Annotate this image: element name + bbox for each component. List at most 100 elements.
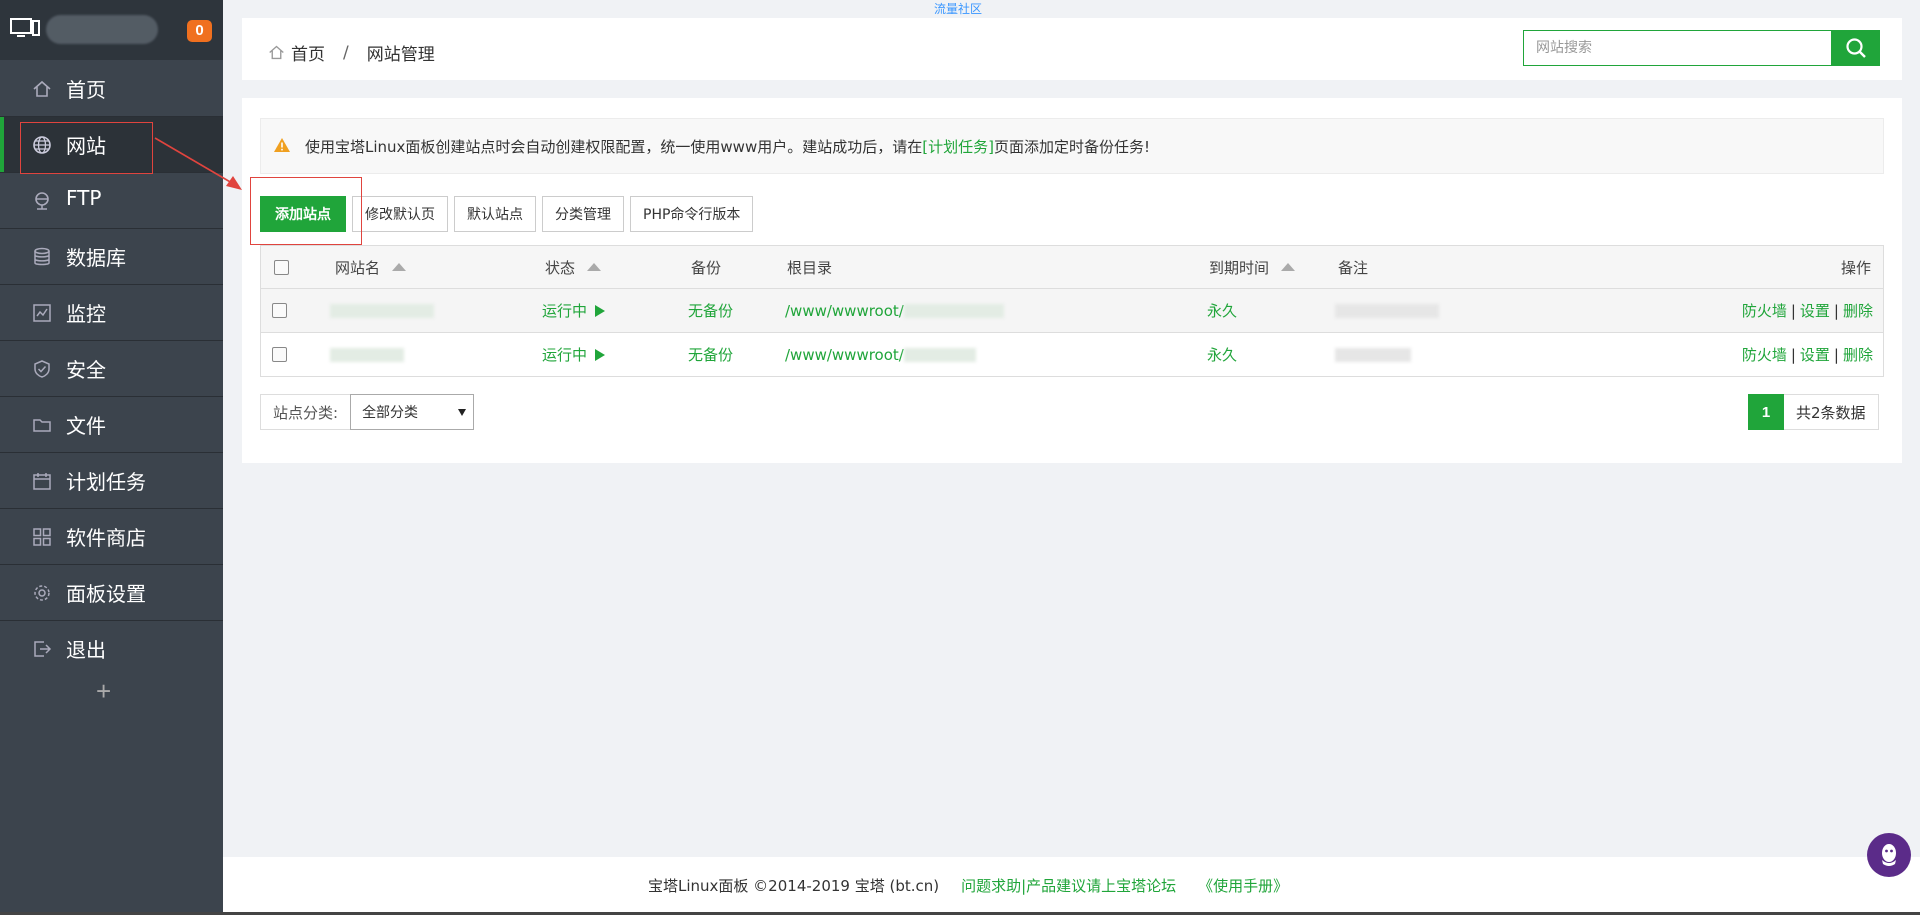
col-name-header[interactable]: 网站名 [335, 246, 407, 288]
root-path[interactable]: /www/wwwroot/ [785, 289, 1004, 332]
status-running[interactable]: 运行中 [542, 289, 606, 332]
table-row: 运行中 无备份 /www/wwwroot/ 永久 防火墙 | 设置 | 删除 [261, 289, 1883, 333]
notification-badge[interactable]: 0 [187, 20, 212, 42]
community-link[interactable]: 流量社区 [934, 0, 982, 17]
search-input[interactable] [1534, 31, 1828, 65]
firewall-link[interactable]: 防火墙 [1742, 300, 1787, 321]
sort-up-icon [1281, 263, 1296, 271]
sidebar-item-settings[interactable]: 面板设置 [0, 565, 223, 620]
category-select[interactable]: 全部分类 [350, 394, 475, 430]
dropdown-arrow-icon [458, 409, 467, 416]
table-row: 运行中 无备份 /www/wwwroot/ 永久 防火墙 | 设置 | 删除 [261, 333, 1883, 376]
sidebar-item-security[interactable]: 安全 [0, 341, 223, 396]
delete-link[interactable]: 删除 [1843, 300, 1873, 321]
table-header: 网站名 状态 备份 根目录 到期时间 备注 操作 [261, 246, 1883, 289]
category-filter: 站点分类: 全部分类 [260, 394, 475, 430]
root-path-redacted [903, 347, 976, 362]
page-header: 首页 / 网站管理 [242, 18, 1902, 80]
pagination: 1 共2条数据 [1748, 394, 1879, 430]
apps-grid-icon [33, 528, 51, 546]
search-button[interactable] [1832, 30, 1880, 66]
page-number-current[interactable]: 1 [1748, 394, 1784, 430]
action-separator: | [1833, 345, 1839, 364]
action-separator: | [1790, 301, 1796, 320]
sidebar-item-label: 软件商店 [66, 526, 146, 550]
root-path-redacted [903, 303, 1004, 318]
warning-icon [274, 138, 290, 152]
page-footer: 宝塔Linux面板 ©2014-2019 宝塔 (bt.cn) 问题求助|产品建议… [223, 857, 1920, 915]
sidebar-item-cron[interactable]: 计划任务 [0, 453, 223, 508]
col-note-header: 备注 [1338, 258, 1369, 277]
breadcrumb-home[interactable]: 首页 [291, 40, 325, 65]
col-label: 网站名 [335, 258, 381, 277]
sidebar-item-ftp[interactable]: FTP [0, 173, 223, 228]
qq-chat-button[interactable] [1867, 833, 1911, 877]
sidebar-item-files[interactable]: 文件 [0, 397, 223, 452]
col-label: 到期时间 [1209, 258, 1270, 277]
col-backup-header: 备份 [691, 258, 722, 277]
manual-link[interactable]: 《使用手册》 [1198, 877, 1288, 895]
expire-value[interactable]: 永久 [1207, 289, 1237, 332]
ftp-icon [35, 192, 49, 210]
calendar-icon [33, 473, 51, 490]
sidebar-header: 0 [0, 0, 223, 60]
annotation-highlight-add-site [250, 177, 362, 245]
row-checkbox[interactable] [272, 347, 287, 362]
play-icon [595, 304, 606, 317]
sidebar-item-home[interactable]: 首页 [0, 61, 223, 116]
default-site-button[interactable]: 默认站点 [454, 196, 536, 232]
add-menu-button[interactable]: + [96, 676, 111, 707]
backup-status[interactable]: 无备份 [688, 333, 733, 376]
col-label: 状态 [545, 258, 576, 277]
note-redacted[interactable] [1335, 347, 1411, 362]
col-status-header[interactable]: 状态 [545, 246, 602, 288]
qq-penguin-icon [1882, 844, 1896, 866]
delete-link[interactable]: 删除 [1843, 344, 1873, 365]
forum-link[interactable]: 问题求助|产品建议请上宝塔论坛 [961, 877, 1176, 895]
row-checkbox[interactable] [272, 303, 287, 318]
sidebar-item-label: 退出 [66, 638, 106, 662]
sidebar-item-store[interactable]: 软件商店 [0, 509, 223, 564]
copyright-text: 宝塔Linux面板 ©2014-2019 宝塔 (bt.cn) [648, 877, 940, 895]
root-path-prefix: /www/wwwroot/ [785, 345, 904, 364]
logout-icon [34, 641, 52, 657]
play-icon [595, 348, 606, 361]
col-expire-header[interactable]: 到期时间 [1209, 246, 1296, 288]
root-path[interactable]: /www/wwwroot/ [785, 333, 976, 376]
php-cli-version-button[interactable]: PHP命令行版本 [630, 196, 754, 232]
expire-value[interactable]: 永久 [1207, 333, 1237, 376]
select-all-checkbox[interactable] [274, 259, 289, 275]
col-root-header: 根目录 [787, 258, 833, 277]
settings-link[interactable]: 设置 [1800, 300, 1830, 321]
category-label: 站点分类: [260, 394, 351, 430]
settings-link[interactable]: 设置 [1800, 344, 1830, 365]
category-manage-button[interactable]: 分类管理 [542, 196, 624, 232]
note-redacted[interactable] [1335, 303, 1439, 318]
firewall-link[interactable]: 防火墙 [1742, 344, 1787, 365]
action-separator: | [1790, 345, 1796, 364]
sidebar-item-label: 数据库 [66, 246, 126, 270]
sidebar-item-monitor[interactable]: 监控 [0, 285, 223, 340]
monitor-chart-icon [33, 304, 51, 322]
row-actions: 防火墙 | 设置 | 删除 [1742, 333, 1873, 376]
sidebar-item-label: 面板设置 [66, 582, 146, 606]
action-separator: | [1833, 301, 1839, 320]
category-selected-value: 全部分类 [362, 405, 419, 421]
sort-up-icon [587, 263, 602, 271]
annotation-highlight-website [20, 122, 153, 174]
sidebar-item-database[interactable]: 数据库 [0, 229, 223, 284]
sidebar-item-label: 文件 [66, 414, 106, 438]
notice-text-before: 使用宝塔Linux面板创建站点时会自动创建权限配置，统一使用www用户。建站成功… [305, 138, 923, 156]
site-name-redacted[interactable] [330, 347, 404, 362]
backup-status[interactable]: 无备份 [688, 289, 733, 332]
folder-icon [33, 419, 51, 432]
sidebar-item-label: 首页 [66, 78, 106, 102]
row-actions: 防火墙 | 设置 | 删除 [1742, 289, 1873, 332]
status-running[interactable]: 运行中 [542, 333, 606, 376]
site-name-redacted[interactable] [330, 303, 434, 318]
modify-default-page-button[interactable]: 修改默认页 [352, 196, 448, 232]
sidebar-item-label: 安全 [66, 358, 106, 382]
sidebar-item-logout[interactable]: 退出 [0, 621, 223, 676]
cron-task-link[interactable]: [计划任务] [922, 138, 994, 156]
home-icon [33, 80, 51, 97]
